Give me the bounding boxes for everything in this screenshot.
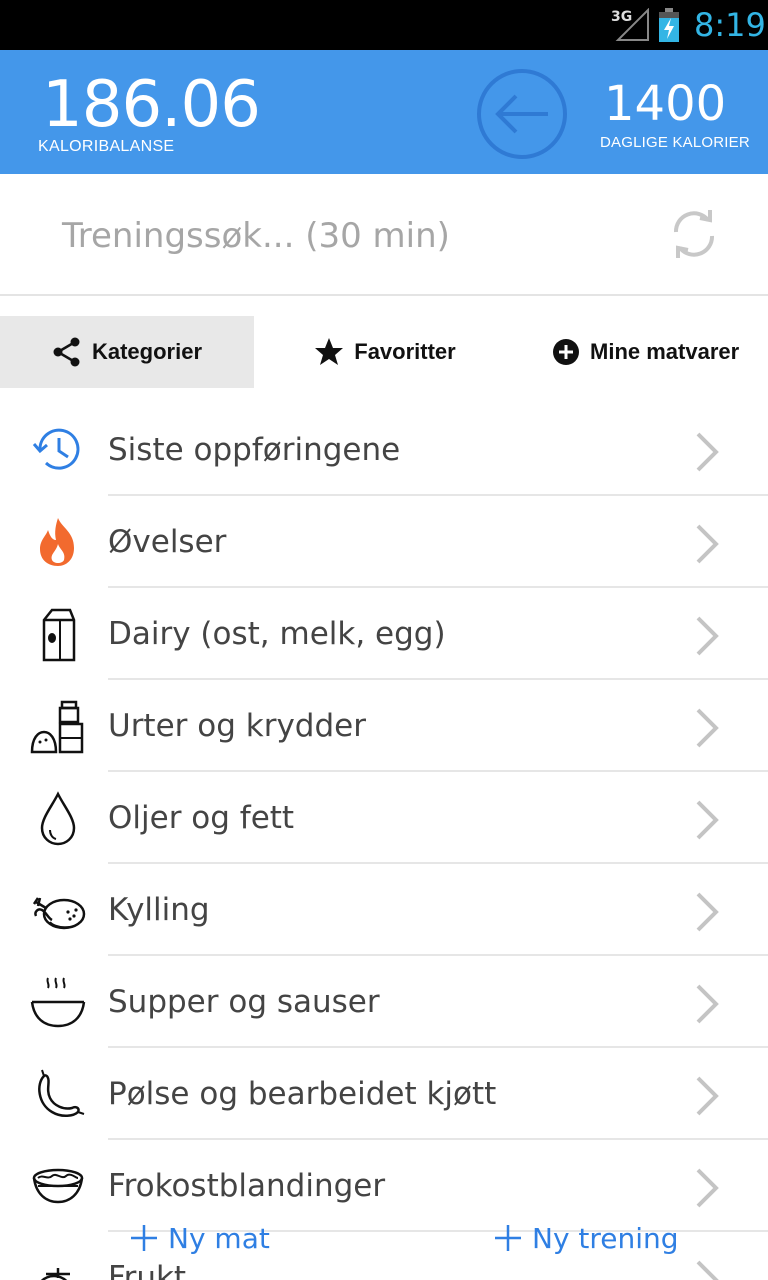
exercise-search-row[interactable]: Treningssøk... (30 min) (0, 174, 768, 296)
new-food-button[interactable]: Ny mat (130, 1218, 270, 1258)
list-item-label: Oljer og fett (108, 800, 295, 836)
battery-charging-icon (659, 8, 679, 42)
salt-pepper-icon (30, 700, 84, 754)
tab-my-foods[interactable]: Mine matvarer (516, 316, 768, 388)
daily-calories-label: DAGLIGE KALORIER (600, 134, 750, 151)
tab-categories-label: Kategorier (91, 339, 203, 364)
new-workout-label: Ny trening (532, 1221, 679, 1255)
chevron-right-icon (696, 1076, 719, 1116)
list-item-label: Siste oppføringene (108, 432, 401, 468)
status-bar: 3G 8:19 (0, 0, 768, 50)
calorie-balance-value: 186.06 (42, 68, 261, 142)
daily-calories-value: 1400 (604, 76, 727, 132)
clock: 8:19 (694, 6, 766, 44)
list-item[interactable]: Øvelser (0, 496, 768, 588)
list-item[interactable]: Urter og krydder (0, 680, 768, 772)
cereal-bowl-icon (32, 1168, 84, 1204)
list-item[interactable]: Oljer og fett (0, 772, 768, 864)
calorie-balance-label: KALORIBALANSE (38, 138, 175, 155)
oil-drop-icon (40, 791, 76, 846)
list-item-label: Øvelser (108, 524, 227, 560)
tab-my-foods-label: Mine matvarer (590, 339, 740, 364)
tab-favorites[interactable]: Favoritter (254, 316, 516, 388)
roast-chicken-icon (32, 897, 86, 930)
list-item-label: Urter og krydder (108, 708, 366, 744)
list-item[interactable]: Kylling (0, 864, 768, 956)
tab-favorites-label: Favoritter (354, 339, 456, 364)
star-icon (315, 338, 344, 365)
share-icon (53, 337, 80, 367)
list-item-label: Dairy (ost, melk, egg) (108, 616, 446, 652)
chevron-right-icon (696, 708, 719, 748)
list-item[interactable]: Siste oppføringene (0, 404, 768, 496)
plus-icon (495, 1225, 521, 1251)
plus-circle-icon (553, 339, 579, 365)
calorie-header: 186.06 KALORIBALANSE 1400 DAGLIGE KALORI… (0, 50, 768, 174)
chevron-right-icon (696, 432, 719, 472)
chevron-right-icon (696, 984, 719, 1024)
signal-icon (615, 8, 649, 41)
milk-carton-icon (42, 608, 76, 662)
soup-bowl-icon (30, 977, 86, 1028)
list-item-label: Supper og sauser (108, 984, 380, 1020)
list-item-label: Kylling (108, 892, 210, 928)
chevron-right-icon (696, 1168, 719, 1208)
exercise-search-input[interactable]: Treningssøk... (30 min) (62, 216, 450, 256)
history-clock-icon (32, 428, 80, 470)
back-arrow-icon[interactable] (476, 68, 568, 160)
list-item[interactable]: Pølse og bearbeidet kjøtt (0, 1048, 768, 1140)
list-item-label: Frokostblandinger (108, 1168, 386, 1204)
plus-icon (131, 1225, 157, 1251)
fruit-icon (40, 1268, 70, 1280)
list-item-label: Frukt (108, 1260, 187, 1280)
sausage-icon (38, 1069, 85, 1117)
new-workout-button[interactable]: Ny trening (494, 1218, 679, 1258)
flame-icon (40, 518, 74, 566)
chevron-right-icon (696, 616, 719, 656)
chevron-right-icon (696, 892, 719, 932)
chevron-right-icon (696, 524, 719, 564)
list-item[interactable]: Dairy (ost, melk, egg) (0, 588, 768, 680)
category-list: Siste oppføringene Øvelser Dairy (ost, m… (0, 404, 768, 1280)
new-food-label: Ny mat (168, 1221, 270, 1255)
tab-categories[interactable]: Kategorier (0, 316, 254, 388)
list-item-label: Pølse og bearbeidet kjøtt (108, 1076, 497, 1112)
chevron-right-icon (696, 800, 719, 840)
chevron-right-icon (696, 1260, 719, 1280)
refresh-icon[interactable] (668, 206, 720, 262)
list-item[interactable]: Supper og sauser (0, 956, 768, 1048)
